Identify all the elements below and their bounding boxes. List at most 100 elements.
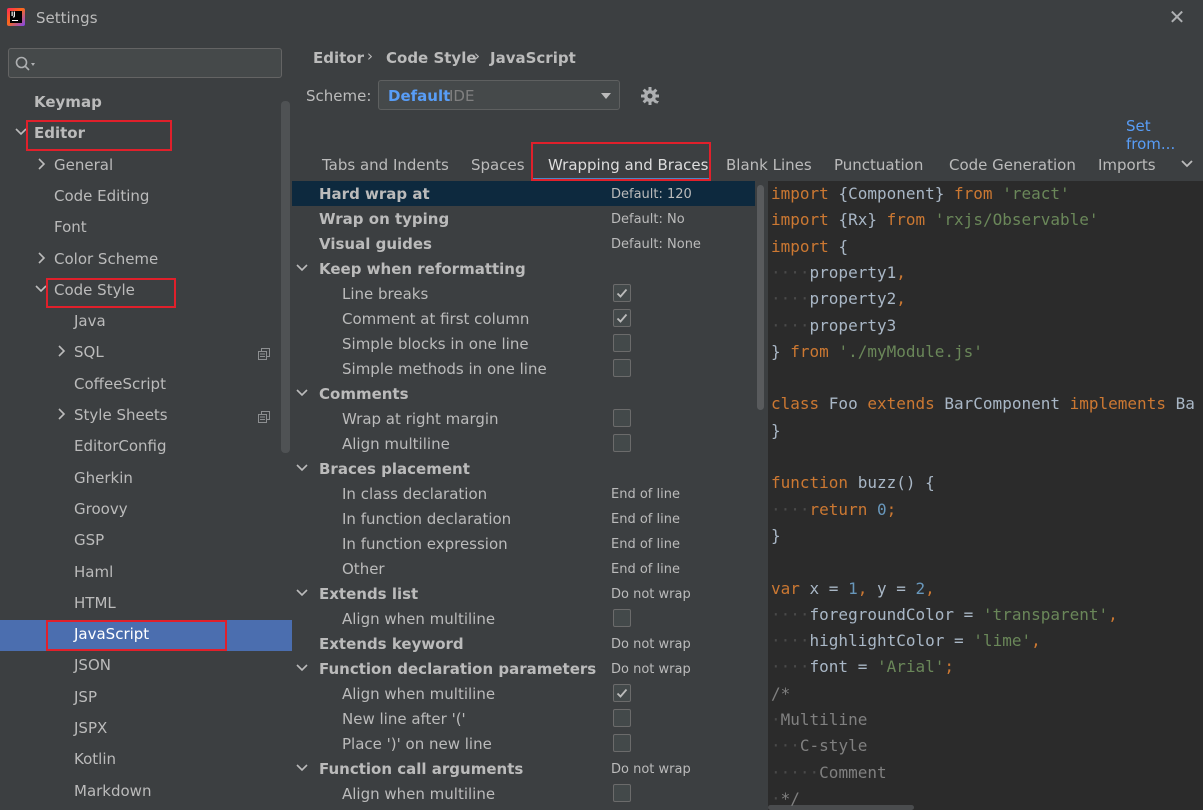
option-keep-when-reformatting[interactable]: Keep when reformatting xyxy=(292,256,755,281)
option-align-multiline[interactable]: Align multiline xyxy=(292,431,755,456)
chevron-down-icon[interactable] xyxy=(296,462,308,474)
option-comments[interactable]: Comments xyxy=(292,381,755,406)
option-simple-blocks-in-one-line[interactable]: Simple blocks in one line xyxy=(292,331,755,356)
chevron-down-icon[interactable] xyxy=(296,762,308,774)
option-value[interactable]: End of line xyxy=(611,487,680,502)
option-function-declaration-parameters[interactable]: Function declaration parameters Do not wr… xyxy=(292,656,755,681)
sidebar-item-code-editing[interactable]: Code Editing xyxy=(0,182,292,213)
sidebar-item-json[interactable]: JSON xyxy=(0,651,292,682)
sidebar-item-font[interactable]: Font xyxy=(0,213,292,244)
option-other[interactable]: Other End of line xyxy=(292,556,755,581)
option-in-class-declaration[interactable]: In class declaration End of line xyxy=(292,481,755,506)
option-place-on-new-line[interactable]: Place ')' on new line xyxy=(292,731,755,756)
tab-punctuation[interactable]: Punctuation xyxy=(834,156,923,174)
chevron-down-icon[interactable] xyxy=(296,587,308,599)
option-value[interactable]: Default: 120 xyxy=(611,187,692,202)
sidebar-item-general[interactable]: General xyxy=(0,151,292,182)
tab-spaces[interactable]: Spaces xyxy=(471,156,525,174)
option-checkbox[interactable] xyxy=(613,434,631,452)
option-align-when-multiline[interactable]: Align when multiline xyxy=(292,781,755,806)
sidebar-item-style-sheets[interactable]: Style Sheets xyxy=(0,401,292,432)
sidebar-item-markdown[interactable]: Markdown xyxy=(0,777,292,808)
option-value[interactable]: Do not wrap xyxy=(611,587,691,602)
sidebar-item-gherkin[interactable]: Gherkin xyxy=(0,464,292,495)
option-extends-keyword[interactable]: Extends keyword Do not wrap xyxy=(292,631,755,656)
sidebar-item-code-style[interactable]: Code Style xyxy=(0,276,292,307)
chevron-down-icon[interactable] xyxy=(14,124,28,140)
option-value[interactable]: Default: No xyxy=(611,212,685,227)
sidebar-item-jsp[interactable]: JSP xyxy=(0,683,292,714)
tab-wrapping-and-braces[interactable]: Wrapping and Braces xyxy=(548,156,708,174)
chevron-right-icon[interactable] xyxy=(34,156,48,172)
option-simple-methods-in-one-line[interactable]: Simple methods in one line xyxy=(292,356,755,381)
sidebar-item-jspx[interactable]: JSPX xyxy=(0,714,292,745)
option-value[interactable]: End of line xyxy=(611,512,680,527)
chevron-right-icon[interactable] xyxy=(54,406,68,422)
sidebar-item-sql[interactable]: SQL xyxy=(0,338,292,369)
chevron-right-icon[interactable] xyxy=(54,343,68,359)
sidebar-item-java[interactable]: Java xyxy=(0,307,292,338)
options-scrollbar[interactable] xyxy=(755,181,765,810)
option-braces-placement[interactable]: Braces placement xyxy=(292,456,755,481)
option-checkbox[interactable] xyxy=(613,309,631,327)
tab-tabs-and-indents[interactable]: Tabs and Indents xyxy=(322,156,449,174)
option-line-breaks[interactable]: Line breaks xyxy=(292,281,755,306)
option-value[interactable]: Do not wrap xyxy=(611,637,691,652)
chevron-down-icon[interactable] xyxy=(1180,158,1194,170)
sidebar-item-kotlin[interactable]: Kotlin xyxy=(0,745,292,776)
option-hard-wrap-at[interactable]: Hard wrap at Default: 120 xyxy=(292,181,755,206)
option-in-function-declaration[interactable]: In function declaration End of line xyxy=(292,506,755,531)
breadcrumb-code-style[interactable]: Code Style xyxy=(386,49,477,67)
option-checkbox[interactable] xyxy=(613,334,631,352)
chevron-right-icon[interactable] xyxy=(34,250,48,266)
option-align-when-multiline[interactable]: Align when multiline xyxy=(292,606,755,631)
tab-imports[interactable]: Imports xyxy=(1098,156,1156,174)
sidebar-item-groovy[interactable]: Groovy xyxy=(0,495,292,526)
option-align-when-multiline[interactable]: Align when multiline xyxy=(292,681,755,706)
option-checkbox[interactable] xyxy=(613,609,631,627)
gear-icon[interactable] xyxy=(640,86,660,106)
tab-code-generation[interactable]: Code Generation xyxy=(949,156,1076,174)
option-extends-list[interactable]: Extends list Do not wrap xyxy=(292,581,755,606)
sidebar-item-haml[interactable]: Haml xyxy=(0,558,292,589)
sidebar-item-keymap[interactable]: Keymap xyxy=(0,88,292,119)
option-visual-guides[interactable]: Visual guides Default: None xyxy=(292,231,755,256)
option-new-line-after[interactable]: New line after '(' xyxy=(292,706,755,731)
options-scrollbar-thumb[interactable] xyxy=(757,185,764,410)
scheme-dropdown[interactable]: Default IDE xyxy=(378,80,620,110)
option-checkbox[interactable] xyxy=(613,784,631,802)
breadcrumb-editor[interactable]: Editor xyxy=(313,49,364,67)
sidebar-item-editor[interactable]: Editor xyxy=(0,119,292,150)
sidebar-item-color-scheme[interactable]: Color Scheme xyxy=(0,245,292,276)
option-checkbox[interactable] xyxy=(613,709,631,727)
sidebar-item-coffeescript[interactable]: CoffeeScript xyxy=(0,370,292,401)
option-wrap-on-typing[interactable]: Wrap on typing Default: No xyxy=(292,206,755,231)
option-in-function-expression[interactable]: In function expression End of line xyxy=(292,531,755,556)
sidebar-item-gsp[interactable]: GSP xyxy=(0,526,292,557)
sidebar-item-html[interactable]: HTML xyxy=(0,589,292,620)
option-value[interactable]: End of line xyxy=(611,562,680,577)
tab-blank-lines[interactable]: Blank Lines xyxy=(726,156,812,174)
search-input[interactable] xyxy=(8,48,282,78)
chevron-down-icon[interactable] xyxy=(34,281,48,297)
chevron-down-icon[interactable] xyxy=(296,662,308,674)
chevron-down-icon[interactable] xyxy=(296,387,308,399)
option-comment-at-first-column[interactable]: Comment at first column xyxy=(292,306,755,331)
option-value[interactable]: Do not wrap xyxy=(611,762,691,777)
option-function-call-arguments[interactable]: Function call arguments Do not wrap xyxy=(292,756,755,781)
sidebar-scrollbar[interactable] xyxy=(281,101,290,453)
sidebar-item-editorconfig[interactable]: EditorConfig xyxy=(0,432,292,463)
option-value[interactable]: Default: None xyxy=(611,237,701,252)
chevron-down-icon[interactable] xyxy=(296,262,308,274)
option-checkbox[interactable] xyxy=(613,359,631,377)
close-icon[interactable]: ✕ xyxy=(1166,6,1188,28)
option-checkbox[interactable] xyxy=(613,684,631,702)
option-checkbox[interactable] xyxy=(613,734,631,752)
code-token: 2 xyxy=(915,578,926,598)
option-value[interactable]: End of line xyxy=(611,537,680,552)
option-checkbox[interactable] xyxy=(613,284,631,302)
sidebar-item-javascript[interactable]: JavaScript xyxy=(0,620,292,652)
option-checkbox[interactable] xyxy=(613,409,631,427)
option-value[interactable]: Do not wrap xyxy=(611,662,691,677)
option-wrap-at-right-margin[interactable]: Wrap at right margin xyxy=(292,406,755,431)
